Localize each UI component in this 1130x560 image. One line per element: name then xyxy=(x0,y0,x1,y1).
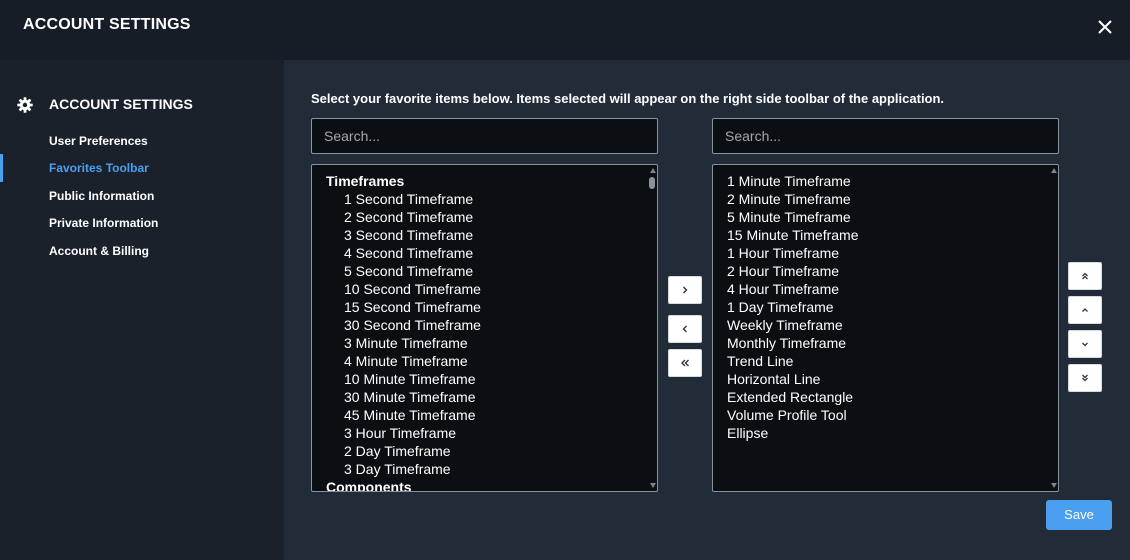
list-item[interactable]: 2 Day Timeframe xyxy=(326,442,643,460)
sidebar-item-favorites-toolbar[interactable]: Favorites Toolbar xyxy=(0,154,284,182)
list-item[interactable]: Volume Profile Tool xyxy=(727,406,1044,424)
list-item[interactable]: 10 Second Timeframe xyxy=(326,280,643,298)
list-item[interactable]: 30 Minute Timeframe xyxy=(326,388,643,406)
remove-button[interactable] xyxy=(668,315,702,343)
available-items-list[interactable]: Timeframes 1 Second Timeframe 2 Second Tim… xyxy=(311,164,658,492)
remove-all-button[interactable] xyxy=(668,349,702,377)
chevron-down-icon xyxy=(1082,342,1088,347)
list-item[interactable]: Trend Line xyxy=(727,352,1044,370)
list-item[interactable]: 15 Minute Timeframe xyxy=(727,226,1044,244)
list-item[interactable]: 30 Second Timeframe xyxy=(326,316,643,334)
list-item[interactable]: 4 Minute Timeframe xyxy=(326,352,643,370)
sidebar-heading-label: ACCOUNT SETTINGS xyxy=(49,96,193,112)
list-item[interactable]: 3 Hour Timeframe xyxy=(326,424,643,442)
list-group-header[interactable]: Timeframes xyxy=(326,172,643,190)
list-item[interactable]: 3 Day Timeframe xyxy=(326,460,643,478)
double-chevron-up-icon xyxy=(1082,272,1088,280)
add-button[interactable] xyxy=(668,276,702,304)
list-item[interactable]: 15 Second Timeframe xyxy=(326,298,643,316)
list-item[interactable]: Horizontal Line xyxy=(727,370,1044,388)
list-item[interactable]: 5 Second Timeframe xyxy=(326,262,643,280)
list-item[interactable]: 4 Hour Timeframe xyxy=(727,280,1044,298)
double-chevron-down-icon xyxy=(1082,374,1088,382)
list-item[interactable]: 2 Second Timeframe xyxy=(326,208,643,226)
available-list-scrollbar[interactable] xyxy=(647,165,657,491)
selected-list-scrollbar[interactable] xyxy=(1048,165,1058,491)
list-item[interactable]: 1 Second Timeframe xyxy=(326,190,643,208)
chevron-right-icon xyxy=(683,286,688,294)
close-icon xyxy=(1098,20,1112,34)
sidebar-item-account-billing[interactable]: Account & Billing xyxy=(0,237,284,265)
move-bottom-button[interactable] xyxy=(1068,364,1102,392)
available-search-input[interactable] xyxy=(311,118,658,154)
sidebar-item-user-preferences[interactable]: User Preferences xyxy=(0,127,284,155)
modal-header: ACCOUNT SETTINGS xyxy=(0,0,1130,60)
list-item[interactable]: 45 Minute Timeframe xyxy=(326,406,643,424)
scroll-up-arrow-icon[interactable] xyxy=(1051,168,1057,173)
list-item[interactable]: 2 Minute Timeframe xyxy=(727,190,1044,208)
list-group-header[interactable]: Components xyxy=(326,478,643,491)
list-item[interactable]: 1 Hour Timeframe xyxy=(727,244,1044,262)
list-item[interactable]: 1 Minute Timeframe xyxy=(727,172,1044,190)
sidebar-item-label: Public Information xyxy=(49,189,155,203)
close-button[interactable] xyxy=(1092,14,1118,40)
move-down-button[interactable] xyxy=(1068,330,1102,358)
scroll-thumb[interactable] xyxy=(649,177,655,189)
list-item[interactable]: 1 Day Timeframe xyxy=(727,298,1044,316)
save-button[interactable]: Save xyxy=(1046,500,1112,530)
list-item[interactable]: Extended Rectangle xyxy=(727,388,1044,406)
sidebar-item-label: User Preferences xyxy=(49,134,148,148)
list-item[interactable]: 3 Second Timeframe xyxy=(326,226,643,244)
scroll-down-arrow-icon[interactable] xyxy=(1051,483,1057,488)
sidebar-item-label: Private Information xyxy=(49,216,159,230)
sidebar-item-public-information[interactable]: Public Information xyxy=(0,182,284,210)
double-chevron-left-icon xyxy=(681,359,689,367)
gear-icon xyxy=(17,97,33,113)
sidebar-item-label: Account & Billing xyxy=(49,244,149,258)
list-item[interactable]: 4 Second Timeframe xyxy=(326,244,643,262)
favorites-panel: Select your favorite items below. Items … xyxy=(284,60,1130,560)
selected-search-input[interactable] xyxy=(712,118,1059,154)
move-up-button[interactable] xyxy=(1068,296,1102,324)
list-item[interactable]: 3 Minute Timeframe xyxy=(326,334,643,352)
list-item[interactable]: 2 Hour Timeframe xyxy=(727,262,1044,280)
page-title: ACCOUNT SETTINGS xyxy=(23,16,191,33)
chevron-left-icon xyxy=(682,325,687,333)
scroll-down-arrow-icon[interactable] xyxy=(650,483,656,488)
sidebar-item-private-information[interactable]: Private Information xyxy=(0,209,284,237)
move-top-button[interactable] xyxy=(1068,262,1102,290)
instructions-text: Select your favorite items below. Items … xyxy=(311,91,945,106)
sidebar: ACCOUNT SETTINGS User Preferences Favori… xyxy=(0,60,284,560)
chevron-up-icon xyxy=(1082,308,1088,312)
list-item[interactable]: 5 Minute Timeframe xyxy=(727,208,1044,226)
list-item[interactable]: Monthly Timeframe xyxy=(727,334,1044,352)
list-item[interactable]: Ellipse xyxy=(727,424,1044,442)
scroll-up-arrow-icon[interactable] xyxy=(650,168,656,173)
list-item[interactable]: Weekly Timeframe xyxy=(727,316,1044,334)
sidebar-item-label: Favorites Toolbar xyxy=(49,161,149,175)
list-item[interactable]: 10 Minute Timeframe xyxy=(326,370,643,388)
available-items: Timeframes 1 Second Timeframe 2 Second Tim… xyxy=(326,172,643,491)
selected-items: 1 Minute Timeframe 2 Minute Timeframe 5 Mi… xyxy=(727,172,1044,442)
selected-items-list[interactable]: 1 Minute Timeframe 2 Minute Timeframe 5 Mi… xyxy=(712,164,1059,492)
